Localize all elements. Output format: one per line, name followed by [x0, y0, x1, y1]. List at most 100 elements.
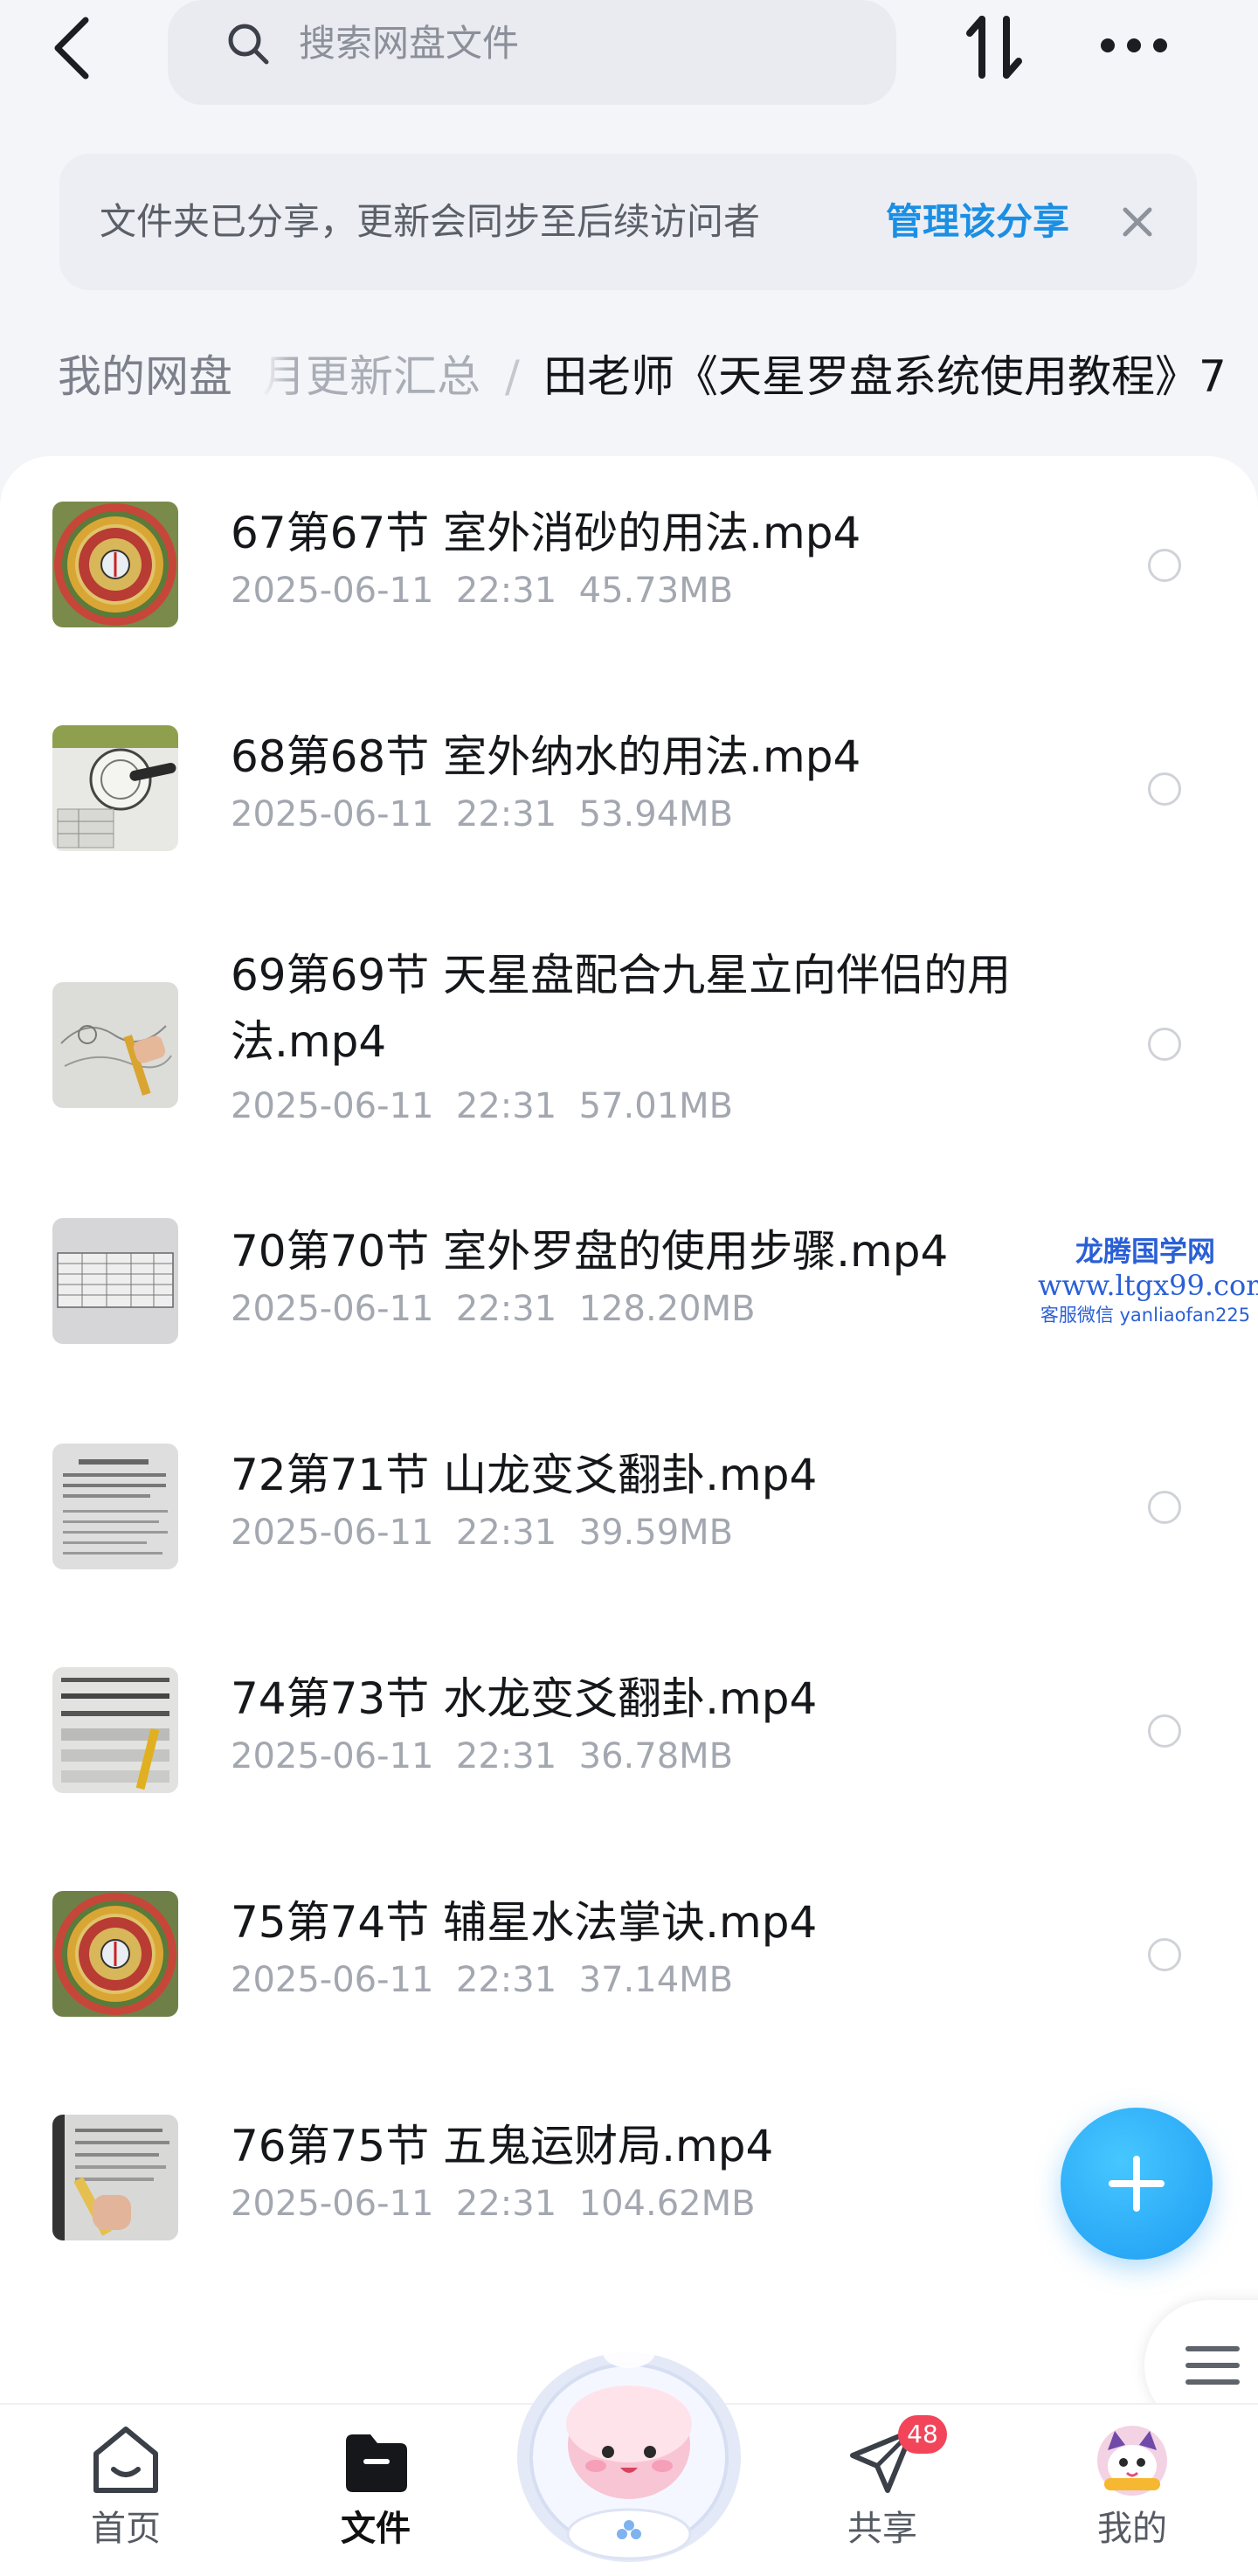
share-notice-banner: 文件夹已分享，更新会同步至后续访问者 管理该分享	[59, 154, 1197, 290]
select-checkbox[interactable]	[1148, 1714, 1181, 1748]
breadcrumb-item-current: 田老师《天星罗盘系统使用教程》7	[543, 351, 1227, 402]
breadcrumb-separator: /	[505, 351, 520, 402]
chevron-left-icon	[54, 17, 89, 80]
file-row[interactable]: 74第73节 水龙变爻翻卦.mp4 2025-06-11 22:31 36.78…	[0, 1665, 1258, 1797]
file-size: 53.94MB	[578, 794, 734, 834]
nav-label: 文件	[341, 2509, 411, 2549]
file-date: 2025-06-11	[231, 1086, 434, 1126]
file-size: 104.62MB	[578, 2184, 756, 2224]
watermark-url: www.ltgx99.com	[1038, 1269, 1258, 1302]
file-date: 2025-06-11	[231, 1960, 434, 2000]
file-name: 69第69节 天星盘配合九星立向伴侣的用法.mp4	[231, 950, 1012, 1067]
close-icon	[1123, 207, 1152, 237]
breadcrumb-item-parent[interactable]: 月更新汇总	[262, 332, 480, 421]
file-name: 74第73节 水龙变爻翻卦.mp4	[231, 1673, 818, 1724]
watermark-title: 龙腾国学网	[1075, 1235, 1215, 1268]
file-date: 2025-06-11	[231, 571, 434, 611]
file-thumbnail	[52, 502, 178, 627]
add-button[interactable]	[1061, 2108, 1213, 2260]
file-name: 68第68节 室外纳水的用法.mp4	[231, 731, 861, 782]
file-thumbnail	[52, 2115, 178, 2240]
file-thumbnail	[52, 1444, 178, 1569]
sort-icon	[966, 16, 1022, 79]
close-banner-button[interactable]	[1118, 203, 1157, 241]
file-date: 2025-06-11	[231, 1513, 434, 1553]
file-row[interactable]: 69第69节 天星盘配合九星立向伴侣的用法.mp4 2025-06-11 22:…	[0, 942, 1258, 1160]
nav-item-profile[interactable]: 我的	[1045, 2405, 1220, 2576]
file-meta: 2025-06-11 22:31 45.73MB	[231, 568, 733, 613]
select-checkbox[interactable]	[1148, 549, 1181, 582]
search-input[interactable]: 搜索网盘文件	[168, 0, 896, 105]
folder-icon	[346, 2434, 407, 2492]
file-meta: 2025-06-11 22:31 53.94MB	[231, 792, 733, 837]
share-notice-text: 文件夹已分享，更新会同步至后续访问者	[100, 200, 761, 243]
nav-label: 共享	[847, 2509, 917, 2549]
file-size: 39.59MB	[578, 1513, 734, 1553]
file-thumbnail	[52, 1218, 178, 1344]
file-date: 2025-06-11	[231, 1736, 434, 1776]
more-dots-icon	[1101, 38, 1167, 52]
file-thumbnail	[52, 1891, 178, 2017]
file-name: 67第67节 室外消砂的用法.mp4	[231, 508, 861, 558]
file-row[interactable]: 75第74节 辅星水法掌诀.mp4 2025-06-11 22:31 37.14…	[0, 1889, 1258, 2020]
nav-item-files[interactable]: 文件	[288, 2405, 463, 2576]
search-placeholder: 搜索网盘文件	[299, 22, 520, 65]
file-row[interactable]: 72第71节 山龙变爻翻卦.mp4 2025-06-11 22:31 39.59…	[0, 1442, 1258, 1573]
file-time: 22:31	[455, 1513, 557, 1553]
file-time: 22:31	[455, 794, 557, 834]
nav-item-home[interactable]: 首页	[38, 2405, 213, 2576]
file-meta: 2025-06-11 22:31 36.78MB	[231, 1734, 733, 1779]
file-size: 45.73MB	[578, 571, 734, 611]
file-meta: 2025-06-11 22:31 39.59MB	[231, 1510, 733, 1555]
watermark-contact: 客服微信 yanliaofan225	[1040, 1305, 1251, 1326]
notification-badge: 48	[898, 2415, 947, 2454]
file-time: 22:31	[455, 1960, 557, 2000]
file-meta: 2025-06-11 22:31 104.62MB	[231, 2181, 756, 2226]
mascot-icon	[517, 2337, 741, 2562]
sort-button[interactable]	[961, 12, 1027, 82]
file-time: 22:31	[455, 1736, 557, 1776]
plus-icon	[1109, 2156, 1165, 2212]
file-meta: 2025-06-11 22:31 128.20MB	[231, 1286, 756, 1332]
file-meta: 2025-06-11 22:31 57.01MB	[231, 1084, 733, 1129]
file-time: 22:31	[455, 2184, 557, 2224]
file-row[interactable]: 68第68节 室外纳水的用法.mp4 2025-06-11 22:31 53.9…	[0, 724, 1258, 855]
menu-lines-icon	[1185, 2346, 1240, 2385]
search-icon	[228, 24, 269, 65]
file-name: 75第74节 辅星水法掌诀.mp4	[231, 1897, 818, 1948]
file-date: 2025-06-11	[231, 1289, 434, 1329]
breadcrumb-item-root[interactable]: 我的网盘	[28, 332, 262, 421]
back-button[interactable]	[44, 13, 105, 83]
home-icon	[93, 2427, 158, 2493]
more-button[interactable]	[1097, 26, 1171, 65]
file-meta: 2025-06-11 22:31 37.14MB	[231, 1957, 733, 2003]
assistant-mascot-button[interactable]	[508, 2326, 750, 2569]
file-time: 22:31	[455, 1086, 557, 1126]
file-date: 2025-06-11	[231, 2184, 434, 2224]
manage-share-link[interactable]: 管理该分享	[886, 197, 1069, 246]
file-size: 128.20MB	[578, 1289, 756, 1329]
watermark: 龙腾国学网 www.ltgx99.com 客服微信 yanliaofan225	[1038, 1234, 1258, 1328]
file-size: 57.01MB	[578, 1086, 734, 1126]
file-name: 70第70节 室外罗盘的使用步骤.mp4	[231, 1226, 949, 1277]
select-checkbox[interactable]	[1148, 1028, 1181, 1061]
file-thumbnail	[52, 982, 178, 1108]
select-checkbox[interactable]	[1148, 1491, 1181, 1524]
breadcrumb: 月更新汇总 / 田老师《天星罗盘系统使用教程》7 我的网盘	[0, 332, 1258, 428]
file-name: 76第75节 五鬼运财局.mp4	[231, 2121, 774, 2171]
file-thumbnail	[52, 725, 178, 851]
select-checkbox[interactable]	[1148, 772, 1181, 806]
nav-item-share[interactable]: 48 共享	[795, 2405, 970, 2576]
nav-label: 首页	[91, 2509, 161, 2549]
file-time: 22:31	[455, 571, 557, 611]
avatar-icon	[1097, 2426, 1167, 2496]
top-bar: 搜索网盘文件	[0, 0, 1258, 131]
file-size: 36.78MB	[578, 1736, 734, 1776]
file-list: 67第67节 室外消砂的用法.mp4 2025-06-11 22:31 45.7…	[0, 456, 1258, 2403]
nav-label: 我的	[1097, 2509, 1167, 2549]
file-date: 2025-06-11	[231, 794, 434, 834]
file-size: 37.14MB	[578, 1960, 734, 2000]
file-row[interactable]: 67第67节 室外消砂的用法.mp4 2025-06-11 22:31 45.7…	[0, 500, 1258, 631]
file-thumbnail	[52, 1667, 178, 1793]
select-checkbox[interactable]	[1148, 1938, 1181, 1971]
